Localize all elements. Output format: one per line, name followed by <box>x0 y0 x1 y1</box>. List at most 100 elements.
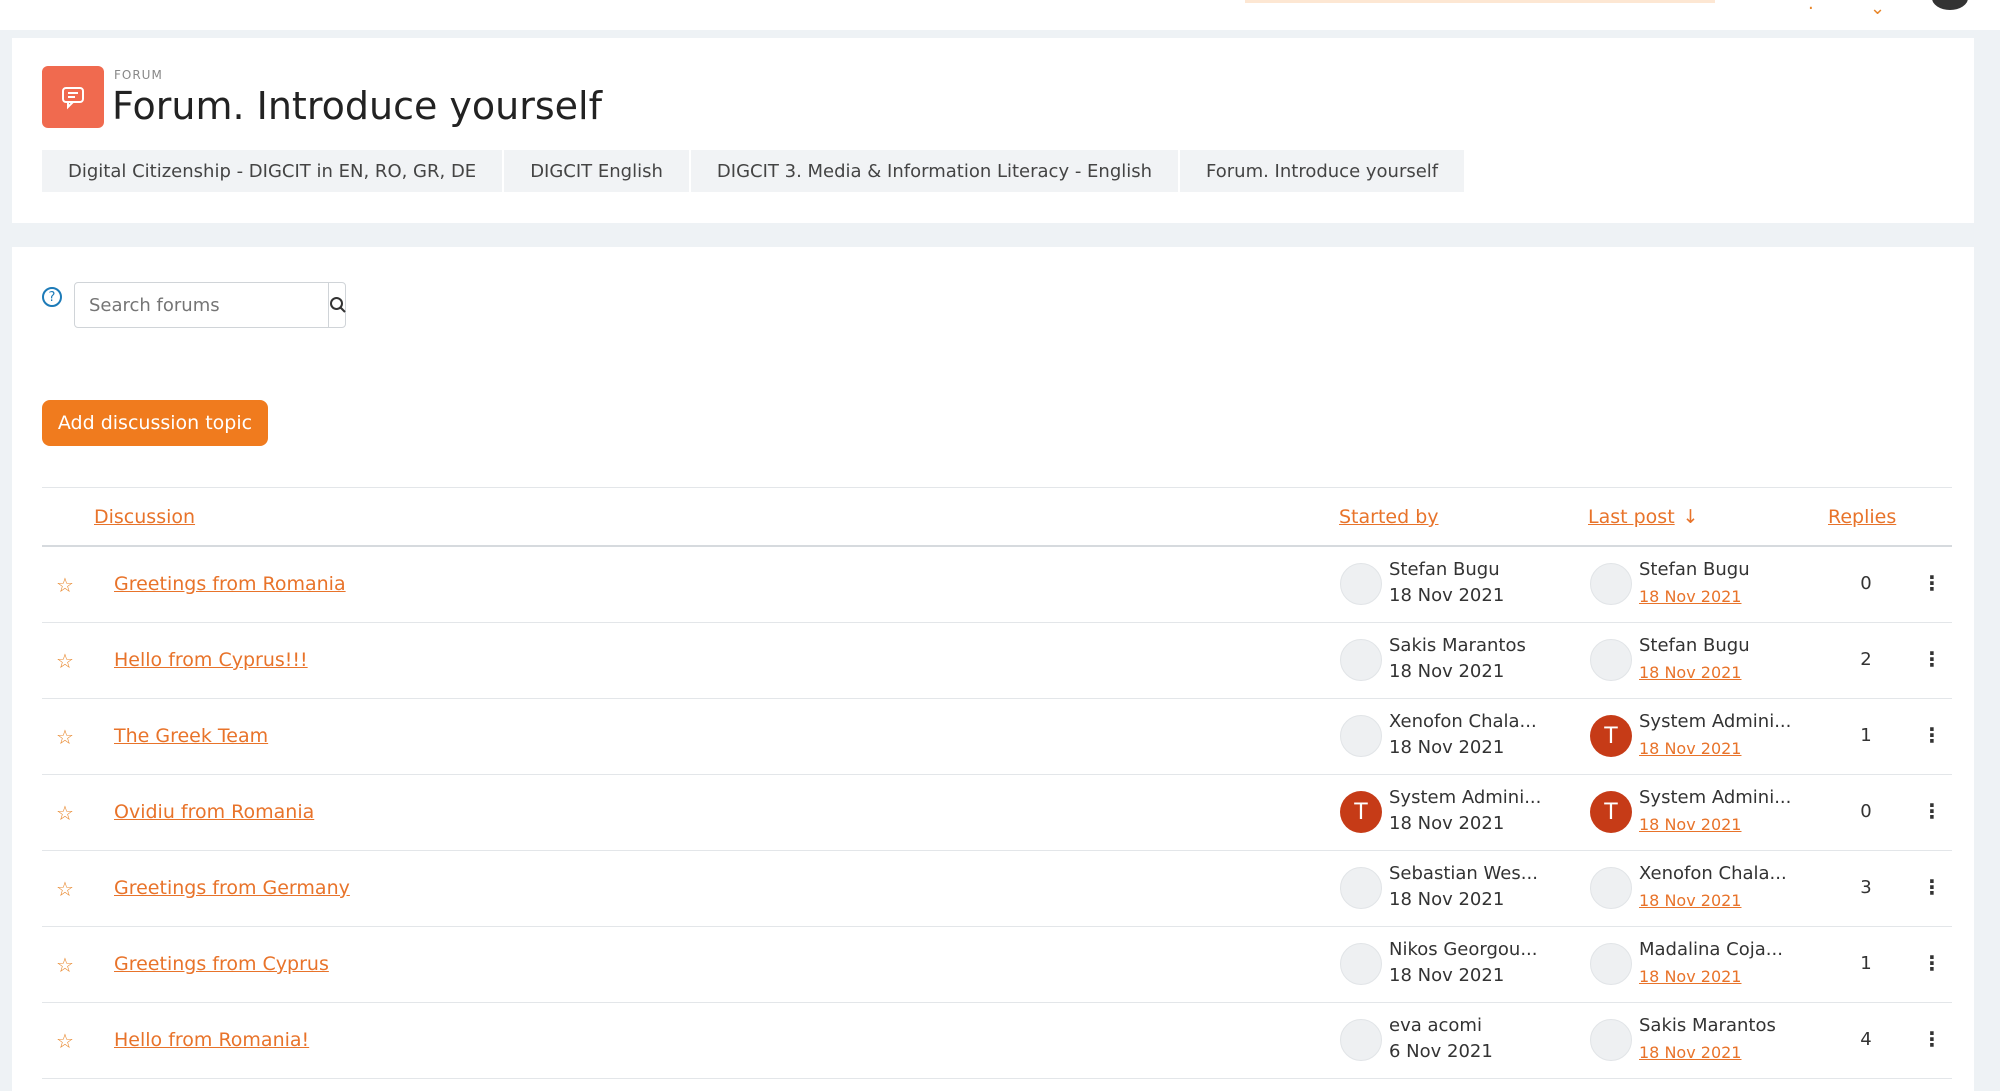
started-date: 18 Nov 2021 <box>1389 965 1505 986</box>
last-post-author: Stefan Bugu <box>1639 635 1750 656</box>
column-replies[interactable]: Replies <box>1828 506 1896 528</box>
notification-icon[interactable]: · <box>1808 0 1814 19</box>
discussion-link[interactable]: Hello from Romania! <box>114 1029 309 1051</box>
last-post-avatar[interactable]: T <box>1590 715 1632 757</box>
column-last-post[interactable]: Last post ↓ <box>1588 506 1699 528</box>
starter-name: Sebastian Wes... <box>1389 863 1538 884</box>
starter-avatar[interactable] <box>1340 943 1382 985</box>
breadcrumb-item-section[interactable]: DIGCIT English <box>502 150 689 192</box>
last-post-date-link[interactable]: 18 Nov 2021 <box>1639 891 1741 910</box>
starter-avatar[interactable]: T <box>1340 791 1382 833</box>
star-icon[interactable]: ☆ <box>56 725 74 749</box>
starter-name: Sakis Marantos <box>1389 635 1526 656</box>
question-circle-icon[interactable]: ? <box>42 287 62 307</box>
starter-avatar[interactable] <box>1340 715 1382 757</box>
starter-name: System Admini... <box>1389 787 1542 808</box>
search-button[interactable] <box>328 283 347 327</box>
last-post-avatar[interactable] <box>1590 563 1632 605</box>
table-row: ☆ The Greek Team Xenofon Chala... 18 Nov… <box>42 699 1952 775</box>
last-post-date-link[interactable]: 18 Nov 2021 <box>1639 587 1741 606</box>
breadcrumb-item-topic[interactable]: DIGCIT 3. Media & Information Literacy -… <box>688 150 1178 192</box>
kebab-menu-icon[interactable]: ⋮ <box>1922 647 1942 671</box>
breadcrumb-item-current[interactable]: Forum. Introduce yourself <box>1178 150 1464 192</box>
starter-avatar[interactable] <box>1340 1019 1382 1061</box>
search-icon <box>330 297 346 313</box>
started-date: 18 Nov 2021 <box>1389 585 1505 606</box>
reply-count: 2 <box>1860 649 1872 670</box>
kebab-menu-icon[interactable]: ⋮ <box>1922 799 1942 823</box>
module-type-label: FORUM <box>114 68 163 82</box>
table-row: ☆ Ovidiu from Romania T System Admini...… <box>42 775 1952 851</box>
kebab-menu-icon[interactable]: ⋮ <box>1922 951 1942 975</box>
breadcrumb-item-course[interactable]: Digital Citizenship - DIGCIT in EN, RO, … <box>42 150 502 192</box>
started-date: 18 Nov 2021 <box>1389 737 1505 758</box>
user-avatar[interactable] <box>1932 0 1968 10</box>
reply-count: 1 <box>1860 953 1872 974</box>
star-icon[interactable]: ☆ <box>56 1029 74 1053</box>
navbar-search-edge[interactable] <box>1245 0 1715 3</box>
reply-count: 0 <box>1860 573 1872 594</box>
last-post-date-link[interactable]: 18 Nov 2021 <box>1639 1043 1741 1062</box>
starter-name: eva acomi <box>1389 1015 1482 1036</box>
kebab-menu-icon[interactable]: ⋮ <box>1922 571 1942 595</box>
last-post-avatar[interactable]: T <box>1590 791 1632 833</box>
star-icon[interactable]: ☆ <box>56 649 74 673</box>
forum-icon <box>42 66 104 128</box>
star-icon[interactable]: ☆ <box>56 953 74 977</box>
star-icon[interactable]: ☆ <box>56 801 74 825</box>
search-forums <box>74 282 346 328</box>
page-header <box>12 38 1974 223</box>
discussion-link[interactable]: Ovidiu from Romania <box>114 801 314 823</box>
discussion-link[interactable]: Hello from Cyprus!!! <box>114 649 308 671</box>
page-title: Forum. Introduce yourself <box>112 84 602 128</box>
table-row: ☆ Greetings from Cyprus Nikos Georgou...… <box>42 927 1952 1003</box>
star-icon[interactable]: ☆ <box>56 573 74 597</box>
kebab-menu-icon[interactable]: ⋮ <box>1922 875 1942 899</box>
add-discussion-topic-button[interactable]: Add discussion topic <box>42 400 268 446</box>
last-post-avatar[interactable] <box>1590 1019 1632 1061</box>
table-row: ☆ Greetings from Romania Stefan Bugu 18 … <box>42 547 1952 623</box>
last-post-author: Xenofon Chala... <box>1639 863 1787 884</box>
last-post-date-link[interactable]: 18 Nov 2021 <box>1639 967 1741 986</box>
top-navbar: · ⌄ <box>0 0 2000 30</box>
table-row: ☆ Greetings from Germany Sebastian Wes..… <box>42 851 1952 927</box>
breadcrumb: Digital Citizenship - DIGCIT in EN, RO, … <box>42 150 1465 192</box>
starter-avatar[interactable] <box>1340 639 1382 681</box>
table-row: ☆ Hello from Romania! eva acomi 6 Nov 20… <box>42 1003 1952 1079</box>
kebab-menu-icon[interactable]: ⋮ <box>1922 1027 1942 1051</box>
last-post-author: System Admini... <box>1639 787 1792 808</box>
last-post-avatar[interactable] <box>1590 943 1632 985</box>
star-icon[interactable]: ☆ <box>56 877 74 901</box>
kebab-menu-icon[interactable]: ⋮ <box>1922 723 1942 747</box>
discussion-link[interactable]: The Greek Team <box>114 725 268 747</box>
sort-descending-icon: ↓ <box>1682 506 1699 528</box>
last-post-date-link[interactable]: 18 Nov 2021 <box>1639 815 1741 834</box>
last-post-avatar[interactable] <box>1590 867 1632 909</box>
discussion-link[interactable]: Greetings from Cyprus <box>114 953 329 975</box>
column-discussion[interactable]: Discussion <box>94 506 195 528</box>
reply-count: 0 <box>1860 801 1872 822</box>
starter-name: Xenofon Chala... <box>1389 711 1537 732</box>
table-header: Discussion Started by Last post ↓ Replies <box>42 487 1952 547</box>
discussion-link[interactable]: Greetings from Romania <box>114 573 346 595</box>
last-post-author: System Admini... <box>1639 711 1792 732</box>
starter-avatar[interactable] <box>1340 867 1382 909</box>
last-post-avatar[interactable] <box>1590 639 1632 681</box>
messages-icon[interactable]: ⌄ <box>1870 0 1885 19</box>
last-post-author: Stefan Bugu <box>1639 559 1750 580</box>
search-input[interactable] <box>75 283 328 327</box>
last-post-author: Sakis Marantos <box>1639 1015 1776 1036</box>
started-date: 18 Nov 2021 <box>1389 889 1505 910</box>
reply-count: 1 <box>1860 725 1872 746</box>
last-post-date-link[interactable]: 18 Nov 2021 <box>1639 663 1741 682</box>
started-date: 6 Nov 2021 <box>1389 1041 1493 1062</box>
starter-name: Stefan Bugu <box>1389 559 1500 580</box>
reply-count: 3 <box>1860 877 1872 898</box>
discussion-table: Discussion Started by Last post ↓ Replies… <box>42 487 1952 1079</box>
column-started-by[interactable]: Started by <box>1339 506 1439 528</box>
starter-avatar[interactable] <box>1340 563 1382 605</box>
last-post-date-link[interactable]: 18 Nov 2021 <box>1639 739 1741 758</box>
discussion-link[interactable]: Greetings from Germany <box>114 877 350 899</box>
chat-bubble-icon <box>62 87 84 110</box>
column-last-post-label: Last post <box>1588 506 1675 528</box>
